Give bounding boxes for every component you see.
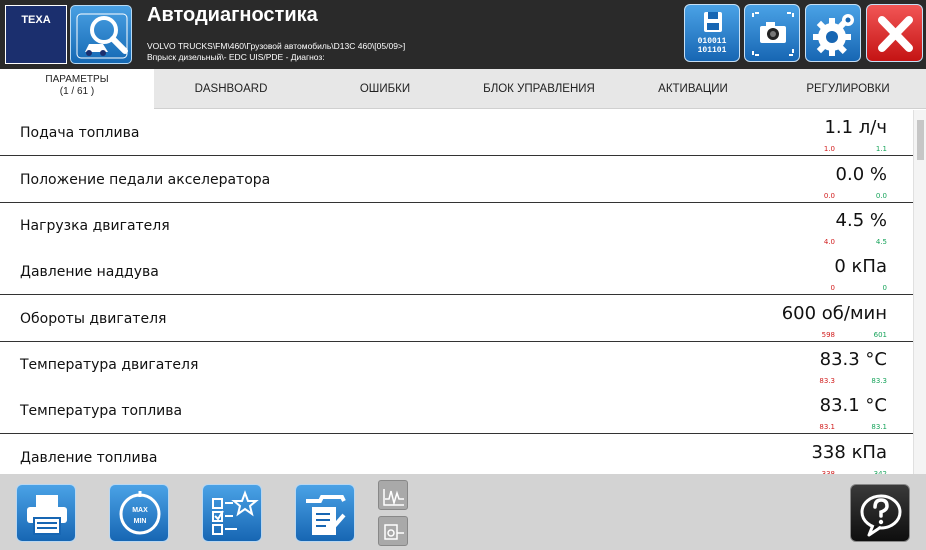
parameter-value: 83.1 °C [819,395,887,416]
close-button[interactable] [866,4,923,62]
gear-icon [813,14,854,56]
parameter-row[interactable]: Температура топлива 83.1 °C 83.1 83.1 [0,388,913,434]
snapshot-button[interactable] [744,4,800,62]
printer-icon [27,495,67,535]
parameter-label: Давление топлива [20,450,158,466]
parameter-row[interactable]: Давление наддува 0 кПа 0 0 [0,249,913,295]
parameter-min: 83.3 [819,377,835,385]
print-button[interactable] [16,484,76,542]
parameter-label: Температура двигателя [20,357,199,373]
tab-errors[interactable]: ОШИБКИ [325,69,445,109]
parameter-max: 83.1 [871,423,887,431]
parameter-max: 0.0 [875,192,887,200]
parameter-row[interactable]: Нагрузка двигателя 4.5 % 4.0 4.5 [0,203,913,249]
parameter-row[interactable]: Давление топлива 338 кПа 338 342 [0,435,913,474]
parameter-min: 1.0 [823,145,835,153]
parameter-value: 338 кПа [811,442,887,463]
parameters-count: (1 / 61 ) [59,86,95,97]
app-window: TEXA Автодиагностика VOLVO TRUCKS\FM\460… [0,0,926,550]
settings-button[interactable] [805,4,861,62]
diagnosis-button[interactable] [70,5,132,64]
parameter-label: Температура топлива [20,403,183,419]
graph-button[interactable] [378,480,408,510]
parameter-min: 83.1 [819,423,835,431]
parameter-label: Обороты двигателя [20,311,167,327]
tab-activations[interactable]: АКТИВАЦИИ [633,69,753,109]
camera-icon [752,12,794,56]
parameter-value: 1.1 л/ч [824,117,887,138]
parameter-row[interactable]: Положение педали акселератора 0.0 % 0.0 … [0,157,913,203]
parameter-row[interactable]: Обороты двигателя 600 об/мин 598 601 [0,296,913,342]
parameter-min: 4.0 [823,238,835,246]
vertical-scrollbar[interactable] [913,110,926,474]
parameter-min: 598 [821,331,835,339]
tab-parameters[interactable]: ПАРАМЕТРЫ (1 / 61 ) [0,69,154,109]
binary-text: 010011 101101 [697,37,727,55]
minmax-max-label: MAX [132,507,148,514]
parameter-label: Положение педали акселератора [20,172,271,188]
tab-bar: ПАРАМЕТРЫ (1 / 61 ) DASHBOARD ОШИБКИ БЛО… [0,69,926,109]
tab-parameters-label: ПАРАМЕТРЫ [45,74,109,85]
close-icon [878,16,913,52]
parameter-value: 83.3 °C [819,349,887,370]
max-min-gauge-icon: MAX MIN [119,491,161,535]
parameter-label: Подача топлива [20,125,140,141]
parameter-max: 4.5 [875,238,887,246]
tab-adjustments[interactable]: РЕГУЛИРОВКИ [788,69,908,109]
car-magnifier-icon [76,13,128,59]
engine-list-icon [384,524,404,540]
parameter-value: 0.0 % [835,164,887,185]
parameter-list: Подача топлива 1.1 л/ч 1.0 1.1 Положение… [0,110,913,474]
parameter-min: 0.0 [823,192,835,200]
parameter-min: 0 [830,284,835,292]
help-button[interactable] [850,484,910,542]
parameter-value: 600 об/мин [781,303,887,324]
scrollbar-thumb[interactable] [917,120,924,160]
parameter-value: 0 кПа [834,256,887,277]
parameter-label: Давление наддува [20,264,159,280]
top-toolbar: TEXA Автодиагностика VOLVO TRUCKS\FM\460… [0,0,926,69]
report-button[interactable] [295,484,355,542]
parameter-value: 4.5 % [835,210,887,231]
parameter-max: 0 [882,284,887,292]
engine-list-button[interactable] [378,516,408,546]
checklist-star-icon [212,490,259,535]
help-icon [860,494,902,537]
parameter-row[interactable]: Подача топлива 1.1 л/ч 1.0 1.1 [0,110,913,156]
bottom-toolbar: MAX MIN [0,474,926,550]
waveform-graph-icon [383,489,404,506]
app-title: Автодиагностика [147,4,318,26]
parameter-row[interactable]: Температура двигателя 83.3 °C 83.3 83.3 [0,342,913,388]
parameter-max: 83.3 [871,377,887,385]
max-min-button[interactable]: MAX MIN [109,484,169,542]
parameter-label: Нагрузка двигателя [20,218,170,234]
logo-text: TEXA [21,14,51,26]
tab-ecu[interactable]: БЛОК УПРАВЛЕНИЯ [479,69,599,109]
vehicle-system-info: Впрыск дизельный\- EDC UIS/PDE - Диагноз… [147,52,325,62]
wrench-document-icon [306,495,346,535]
minmax-min-label: MIN [134,518,147,525]
data-record-button[interactable]: 010011 101101 [684,4,740,62]
tab-dashboard[interactable]: DASHBOARD [171,69,291,109]
parameter-max: 1.1 [875,145,887,153]
texa-logo: TEXA [5,5,67,64]
vehicle-path: VOLVO TRUCKS\FM\460\Грузовой автомобиль\… [147,41,406,51]
parameter-selection-button[interactable] [202,484,262,542]
parameter-max: 601 [873,331,887,339]
